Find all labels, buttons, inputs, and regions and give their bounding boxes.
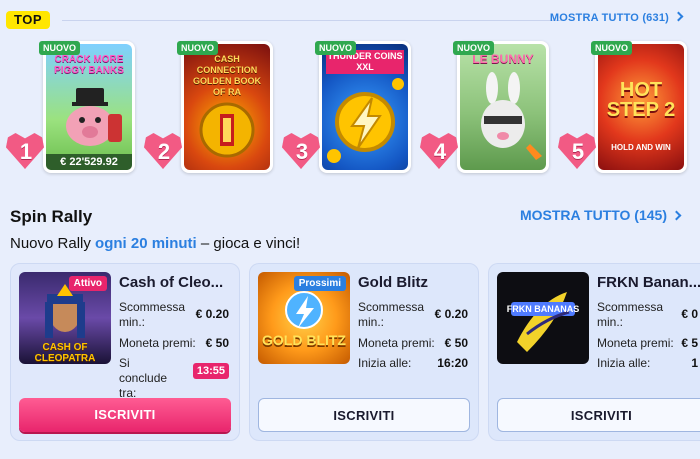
top-game-card-4[interactable]: NUOVO LE BUNNY bbox=[453, 41, 549, 173]
rally-name: FRKN Banan... bbox=[597, 274, 700, 291]
rally-name: Cash of Cleo... bbox=[119, 274, 224, 291]
status-badge: Attivo bbox=[68, 276, 107, 291]
game-thumbnail: HOT STEP 2 HOLD AND WIN bbox=[598, 44, 684, 170]
time-label: Si conclude tra: bbox=[119, 356, 168, 400]
rank-number: 2 bbox=[157, 139, 171, 164]
subtitle-text: Nuovo Rally bbox=[10, 235, 96, 252]
subscribe-button[interactable]: ISCRIVITI bbox=[258, 398, 470, 432]
rally-thumbnail: Prossimi GOLD BLITZ bbox=[258, 272, 350, 364]
game-thumbnail: LE BUNNY bbox=[460, 44, 546, 170]
rally-card-2[interactable]: Prossimi GOLD BLITZ Gold Blitz Scommessa… bbox=[249, 263, 479, 441]
countdown-timer: 13:55 bbox=[192, 363, 229, 379]
new-tag: NUOVO bbox=[591, 41, 633, 55]
show-all-top-link[interactable]: MOSTRA TUTTO (631) bbox=[549, 11, 684, 24]
rally-thumb-title: CASH OF CLEOPATRA bbox=[34, 342, 96, 364]
rank-heart-5: 5 bbox=[558, 133, 598, 171]
rank-number: 4 bbox=[433, 139, 447, 164]
game-title-art: CRACK MORE PIGGY BANKS bbox=[54, 54, 124, 76]
rank-number: 5 bbox=[571, 139, 585, 164]
top-game-card-2[interactable]: NUOVO CASH CONNECTION GOLDEN BOOK OF RA bbox=[177, 41, 273, 173]
game-subtitle-art: HOLD AND WIN bbox=[611, 143, 671, 152]
rank-heart-1: 1 bbox=[6, 133, 46, 171]
bet-label: Scommessa min.: bbox=[597, 300, 664, 329]
chevron-right-icon bbox=[673, 11, 684, 22]
rally-thumb-title: FRKN BANANAS bbox=[506, 304, 580, 314]
rank-number: 3 bbox=[295, 139, 309, 164]
rally-card-1[interactable]: Attivo CASH OF CLEOPATRA Cash of Cleo...… bbox=[10, 263, 240, 441]
game-thumbnail: CRACK MORE PIGGY BANKS bbox=[46, 44, 132, 170]
bet-value: € 0.20 bbox=[195, 307, 229, 321]
show-all-rally-label: MOSTRA TUTTO (145) bbox=[519, 207, 667, 223]
rally-card-3[interactable]: FRKN BANANAS FRKN Banan... Scommessa min… bbox=[488, 263, 700, 441]
game-title-art: HOT STEP 2 bbox=[606, 79, 676, 121]
status-badge: Prossimi bbox=[293, 276, 346, 291]
subtitle-highlight: ogni 20 minuti bbox=[95, 235, 197, 252]
prize-label: Moneta premi: bbox=[597, 336, 674, 350]
prize-label: Moneta premi: bbox=[119, 336, 196, 350]
prize-value: € 50 bbox=[205, 336, 229, 350]
rank-number: 1 bbox=[19, 139, 33, 164]
rally-thumb-title: GOLD BLITZ bbox=[262, 332, 346, 348]
show-all-rally-link[interactable]: MOSTRA TUTTO (145) bbox=[519, 207, 682, 223]
game-title-art: CASH CONNECTION GOLDEN BOOK OF RA bbox=[192, 54, 261, 97]
banana-illustration bbox=[511, 292, 575, 352]
prize-value: € 50 bbox=[444, 336, 468, 350]
new-tag: NUOVO bbox=[39, 41, 81, 55]
section-title-spin-rally: Spin Rally bbox=[10, 207, 93, 226]
show-all-top-label: MOSTRA TUTTO (631) bbox=[549, 12, 669, 24]
chevron-right-icon bbox=[671, 210, 682, 221]
rank-heart-4: 4 bbox=[420, 133, 460, 171]
time-label: Inizia alle: bbox=[358, 356, 412, 370]
rally-thumbnail: FRKN BANANAS bbox=[497, 272, 589, 364]
top-divider bbox=[62, 20, 562, 21]
bet-value: € 0 bbox=[681, 307, 698, 321]
time-label: Inizia alle: bbox=[597, 356, 651, 370]
start-time: 16:20 bbox=[437, 356, 468, 370]
top-game-card-5[interactable]: NUOVO HOT STEP 2 HOLD AND WIN bbox=[591, 41, 687, 173]
bet-value: € 0.20 bbox=[434, 307, 468, 321]
bet-label: Scommessa min.: bbox=[358, 300, 425, 329]
game-title-art: LE BUNNY bbox=[472, 52, 534, 66]
prize-label: Moneta premi: bbox=[358, 336, 435, 350]
new-tag: NUOVO bbox=[177, 41, 219, 55]
rank-heart-3: 3 bbox=[282, 133, 322, 171]
prize-value: € 5 bbox=[681, 336, 698, 350]
top-badge: TOP bbox=[6, 11, 50, 29]
subscribe-button[interactable]: ISCRIVITI bbox=[19, 398, 231, 432]
new-tag: NUOVO bbox=[453, 41, 495, 55]
rally-thumbnail: Attivo CASH OF CLEOPATRA bbox=[19, 272, 111, 364]
start-time: 1 bbox=[691, 356, 698, 370]
jackpot-value: € 22'529.92 bbox=[46, 154, 132, 170]
rally-subtitle: Nuovo Rally ogni 20 minuti – gioca e vin… bbox=[10, 235, 300, 252]
game-thumbnail: THUNDER COINS XXL bbox=[322, 44, 408, 170]
bet-label: Scommessa min.: bbox=[119, 300, 186, 329]
top-game-card-3[interactable]: NUOVO THUNDER COINS XXL bbox=[315, 41, 411, 173]
top-game-card-1[interactable]: NUOVO CRACK MORE PIGGY BANKS € 22'529.92 bbox=[39, 41, 135, 173]
subtitle-text-end: – gioca e vinci! bbox=[196, 235, 301, 252]
rally-name: Gold Blitz bbox=[358, 274, 428, 291]
subscribe-button[interactable]: ISCRIVITI bbox=[497, 398, 700, 432]
new-tag: NUOVO bbox=[315, 41, 357, 55]
game-thumbnail: CASH CONNECTION GOLDEN BOOK OF RA bbox=[184, 44, 270, 170]
rank-heart-2: 2 bbox=[144, 133, 184, 171]
